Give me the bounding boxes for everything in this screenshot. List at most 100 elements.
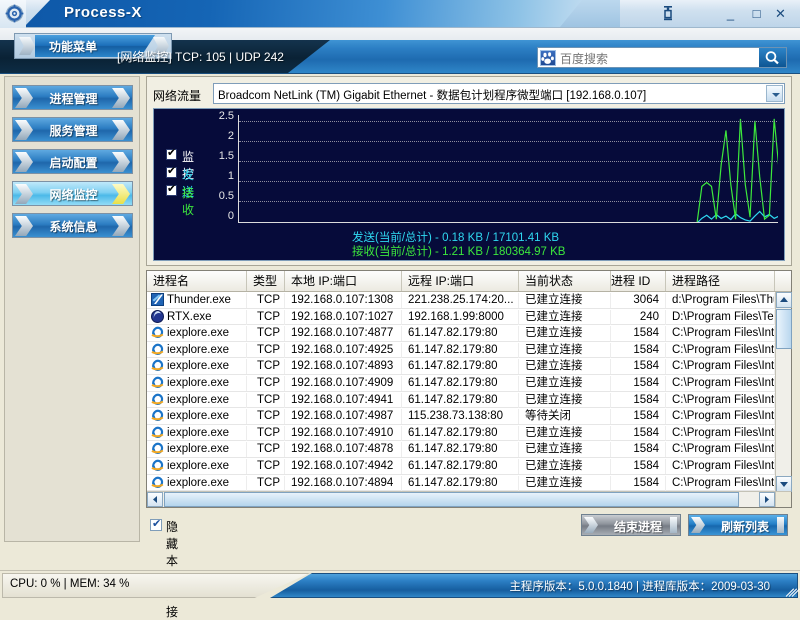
horizontal-scrollbar[interactable] xyxy=(147,491,775,507)
sidebar-item-process-manager[interactable]: 进程管理 xyxy=(12,85,133,110)
sidebar-item-label: 启动配置 xyxy=(49,156,98,170)
y-tick-1-5: 1.5 xyxy=(218,150,234,162)
ie-icon xyxy=(151,459,164,472)
maximize-button[interactable]: □ xyxy=(748,6,765,22)
table-cell-state: 已建立连接 xyxy=(519,293,611,308)
chevron-down-icon[interactable] xyxy=(766,85,783,102)
table-column-header[interactable]: 类型 xyxy=(247,271,285,291)
search-icon[interactable] xyxy=(759,48,786,67)
checkbox-box[interactable] xyxy=(166,147,177,160)
table-row[interactable]: iexplore.exe TCP 192.168.0.107:4878 61.147.… xyxy=(147,441,775,458)
table-column-header[interactable]: 远程 IP:端口 xyxy=(402,271,519,291)
checkbox-label: 接收 xyxy=(182,186,195,217)
table-cell-path: C:\Program Files\Inter xyxy=(666,326,775,342)
chart-series-svg xyxy=(239,115,778,223)
bottom-action-bar: 隐藏本地连接 结束进程 刷新列表 xyxy=(146,512,792,619)
table-row[interactable]: iexplore.exe TCP 192.168.0.107:4925 61.147.… xyxy=(147,342,775,359)
table-cell-state: 已建立连接 xyxy=(519,359,611,375)
checkbox-box[interactable] xyxy=(166,165,177,178)
checkbox-box[interactable] xyxy=(166,183,177,196)
sidebar-item-service-manager[interactable]: 服务管理 xyxy=(12,117,133,142)
table-cell-state: 已建立连接 xyxy=(519,326,611,342)
table-cell-remote: 61.147.82.179:80 xyxy=(402,375,519,391)
table-column-header[interactable]: 当前状态 xyxy=(519,271,611,291)
horizontal-scroll-thumb[interactable] xyxy=(164,492,739,507)
table-cell-path: C:\Program Files\Inter xyxy=(666,359,775,375)
table-row[interactable]: iexplore.exe TCP 192.168.0.107:4877 61.147.… xyxy=(147,325,775,342)
vertical-scroll-thumb[interactable] xyxy=(776,309,792,349)
cpu-mem-status: CPU: 0 % | MEM: 34 % xyxy=(10,578,130,590)
table-cell-remote: 61.147.82.179:80 xyxy=(402,425,519,441)
end-process-button[interactable]: 结束进程 xyxy=(581,514,681,536)
y-tick-2: 2 xyxy=(227,130,234,142)
minimize-button[interactable]: _ xyxy=(722,6,739,22)
sidebar-item-system-info[interactable]: 系统信息 xyxy=(12,213,133,238)
table-row[interactable]: RTX.exe TCP 192.168.0.107:1027 192.168.1.99… xyxy=(147,309,775,326)
table-cell-path: C:\Program Files\Inter xyxy=(666,458,775,474)
scroll-left-button[interactable] xyxy=(147,492,163,507)
y-tick-2-5: 2.5 xyxy=(218,110,234,122)
table-body[interactable]: Thunder.exe TCP 192.168.0.107:1308 221.238.… xyxy=(147,292,775,492)
refresh-list-button[interactable]: 刷新列表 xyxy=(688,514,788,536)
table-cell-path: C:\Program Files\Inter xyxy=(666,442,775,458)
table-cell-type: TCP xyxy=(247,309,285,325)
table-cell-type: TCP xyxy=(247,442,285,458)
table-row[interactable]: iexplore.exe TCP 192.168.0.107:4893 61.147.… xyxy=(147,358,775,375)
table-column-header[interactable]: 进程 ID xyxy=(611,271,666,291)
table-cell-local: 192.168.0.107:4941 xyxy=(285,392,402,408)
table-column-header[interactable]: 进程路径 xyxy=(666,271,775,291)
sidebar-item-network-monitor[interactable]: 网络监控 xyxy=(12,181,133,206)
adapter-select[interactable]: Broadcom NetLink (TM) Gigabit Ethernet -… xyxy=(213,83,785,104)
table-cell-local: 192.168.0.107:1027 xyxy=(285,309,402,325)
search-input[interactable] xyxy=(560,50,760,67)
table-cell-path: C:\Program Files\Inter xyxy=(666,375,775,391)
function-menu-label: 功能菜单 xyxy=(49,40,98,54)
ie-icon xyxy=(151,442,164,455)
vertical-scrollbar[interactable] xyxy=(775,292,792,492)
body-area: 进程管理 服务管理 启动配置 网络监控 系统信息 网络流量 Broadcom N… xyxy=(0,74,800,619)
table-cell-remote: 192.168.1.99:8000 xyxy=(402,309,519,325)
sidebar-item-label: 系统信息 xyxy=(49,220,98,234)
table-cell-state: 已建立连接 xyxy=(519,442,611,458)
table-cell-pid: 1584 xyxy=(611,425,666,441)
y-tick-0-5: 0.5 xyxy=(218,190,234,202)
adapter-select-value: Broadcom NetLink (TM) Gigabit Ethernet -… xyxy=(218,90,647,102)
table-cell-state: 已建立连接 xyxy=(519,309,611,325)
search-box[interactable] xyxy=(537,47,787,68)
sidebar: 进程管理 服务管理 启动配置 网络监控 系统信息 xyxy=(4,76,140,542)
scroll-up-button[interactable] xyxy=(776,292,792,308)
table-row[interactable]: iexplore.exe TCP 192.168.0.107:4909 61.147.… xyxy=(147,375,775,392)
scroll-down-button[interactable] xyxy=(776,476,792,492)
table-cell-remote: 61.147.82.179:80 xyxy=(402,392,519,408)
scroll-right-button[interactable] xyxy=(759,492,775,507)
baidu-paw-icon xyxy=(540,50,556,66)
table-cell-pid: 1584 xyxy=(611,375,666,391)
table-cell-path: C:\Program Files\Inter xyxy=(666,392,775,408)
table-row[interactable]: iexplore.exe TCP 192.168.0.107:4987 115.238… xyxy=(147,408,775,425)
table-cell-remote: 61.147.82.179:80 xyxy=(402,475,519,491)
table-cell-remote: 61.147.82.179:80 xyxy=(402,326,519,342)
resize-grip-icon[interactable] xyxy=(785,587,800,597)
table-column-header[interactable]: 本地 IP:端口 xyxy=(285,271,402,291)
table-cell-state: 已建立连接 xyxy=(519,342,611,358)
table-cell-path: D:\Program Files\Tenc xyxy=(666,309,775,325)
table-row[interactable]: iexplore.exe TCP 192.168.0.107:4941 61.147.… xyxy=(147,392,775,409)
sidebar-item-startup-config[interactable]: 启动配置 xyxy=(12,149,133,174)
checkbox-box[interactable] xyxy=(150,517,162,531)
table-cell-pid: 3064 xyxy=(611,293,666,308)
table-cell-local: 192.168.0.107:4942 xyxy=(285,458,402,474)
gear-app-icon xyxy=(5,4,24,23)
ie-icon xyxy=(151,359,164,372)
table-row[interactable]: iexplore.exe TCP 192.168.0.107:4910 61.147.… xyxy=(147,425,775,442)
info-icon[interactable] xyxy=(660,4,676,22)
table-column-header[interactable]: 进程名 xyxy=(147,271,247,291)
table-row[interactable]: iexplore.exe TCP 192.168.0.107:4894 61.147.… xyxy=(147,475,775,492)
table-row[interactable]: Thunder.exe TCP 192.168.0.107:1308 221.238.… xyxy=(147,292,775,309)
close-button[interactable]: ✕ xyxy=(772,6,789,22)
sidebar-item-label: 网络监控 xyxy=(49,188,98,202)
table-row[interactable]: iexplore.exe TCP 192.168.0.107:4942 61.147.… xyxy=(147,458,775,475)
status-bar: CPU: 0 % | MEM: 34 % 主程序版本：5.0.0.1840 | … xyxy=(0,570,800,600)
table-cell-pid: 1584 xyxy=(611,409,666,425)
ie-icon xyxy=(151,343,164,356)
table-cell-remote: 61.147.82.179:80 xyxy=(402,458,519,474)
